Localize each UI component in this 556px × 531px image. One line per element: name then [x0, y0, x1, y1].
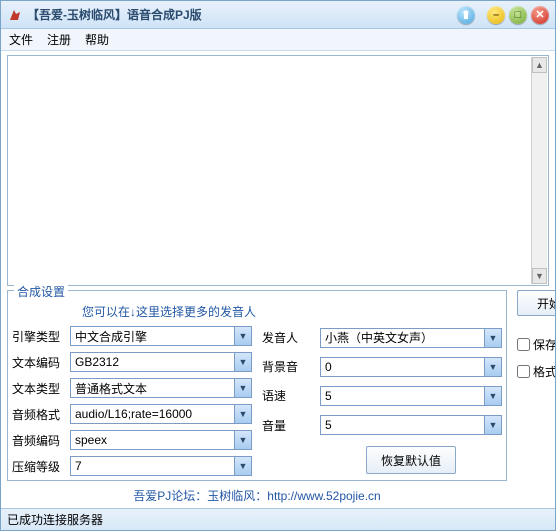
save-audio-checkbox[interactable] [517, 338, 530, 351]
chevron-down-icon[interactable]: ▼ [484, 416, 501, 434]
side-column: 开始合成 保存语音文件 格式转换工具 [515, 290, 555, 410]
label-encoding: 文本编码 [12, 354, 66, 371]
format-convert-checkbox[interactable] [517, 365, 530, 378]
chevron-down-icon[interactable]: ▼ [234, 457, 251, 475]
save-audio-check[interactable]: 保存语音文件 [517, 336, 555, 353]
footer-link[interactable]: 吾爱PJ论坛：玉树临风：http://www.52pojie.cn [7, 481, 507, 506]
scroll-down-icon[interactable]: ▼ [532, 268, 547, 284]
close-button[interactable]: ✕ [531, 6, 549, 24]
menu-register[interactable]: 注册 [47, 31, 71, 48]
label-texttype: 文本类型 [12, 380, 66, 397]
content: ▲ ▼ 合成设置 您可以在↓这里选择更多的发音人 引擎类型 ▼ 文本编码 [1, 51, 555, 508]
text-input-area[interactable]: ▲ ▼ [7, 55, 549, 286]
label-volume: 音量 [262, 417, 316, 434]
status-text: 已成功连接服务器 [7, 511, 103, 528]
label-audiofmt: 音频格式 [12, 406, 66, 423]
bgm-select[interactable]: ▼ [320, 357, 502, 377]
synth-settings-group: 合成设置 您可以在↓这里选择更多的发音人 引擎类型 ▼ 文本编码 ▼ 文本类型 … [7, 290, 507, 481]
lower-panel: 合成设置 您可以在↓这里选择更多的发音人 引擎类型 ▼ 文本编码 ▼ 文本类型 … [7, 290, 549, 506]
label-speaker: 发音人 [262, 329, 316, 346]
chevron-down-icon[interactable]: ▼ [484, 387, 501, 405]
chevron-down-icon[interactable]: ▼ [234, 327, 251, 345]
scroll-track[interactable] [532, 73, 547, 268]
chevron-down-icon[interactable]: ▼ [234, 379, 251, 397]
tip-text: 您可以在↓这里选择更多的发音人 [12, 301, 502, 326]
statusbar: 已成功连接服务器 [1, 508, 555, 530]
format-convert-check[interactable]: 格式转换工具 [517, 363, 555, 380]
app-window: 【吾爱-玉树临风】语音合成PJ版 – □ ✕ 文件 注册 帮助 ▲ ▼ 合成设置 [0, 0, 556, 531]
chevron-down-icon[interactable]: ▼ [234, 353, 251, 371]
scroll-up-icon[interactable]: ▲ [532, 57, 547, 73]
menu-file[interactable]: 文件 [9, 31, 33, 48]
scrollbar[interactable]: ▲ ▼ [531, 57, 547, 284]
window-title: 【吾爱-玉树临风】语音合成PJ版 [27, 6, 453, 23]
titlebar: 【吾爱-玉树临风】语音合成PJ版 – □ ✕ [1, 1, 555, 29]
chevron-down-icon[interactable]: ▼ [234, 431, 251, 449]
label-engine: 引擎类型 [12, 328, 66, 345]
minimize-button[interactable]: – [487, 6, 505, 24]
compress-select[interactable]: ▼ [70, 456, 252, 476]
speed-select[interactable]: ▼ [320, 386, 502, 406]
chevron-down-icon[interactable]: ▼ [484, 329, 501, 347]
skin-button[interactable] [457, 6, 475, 24]
chevron-down-icon[interactable]: ▼ [484, 358, 501, 376]
audioenc-select[interactable]: ▼ [70, 430, 252, 450]
menu-help[interactable]: 帮助 [85, 31, 109, 48]
maximize-button[interactable]: □ [509, 6, 527, 24]
texttype-select[interactable]: ▼ [70, 378, 252, 398]
label-compress: 压缩等级 [12, 458, 66, 475]
group-title: 合成设置 [14, 283, 68, 300]
chevron-down-icon[interactable]: ▼ [234, 405, 251, 423]
app-icon [7, 7, 23, 23]
start-synth-button[interactable]: 开始合成 [517, 290, 555, 316]
label-speed: 语速 [262, 387, 316, 404]
menubar: 文件 注册 帮助 [1, 29, 555, 51]
label-audioenc: 音频编码 [12, 432, 66, 449]
audiofmt-select[interactable]: ▼ [70, 404, 252, 424]
restore-defaults-button[interactable]: 恢复默认值 [366, 446, 456, 474]
engine-select[interactable]: ▼ [70, 326, 252, 346]
volume-select[interactable]: ▼ [320, 415, 502, 435]
encoding-select[interactable]: ▼ [70, 352, 252, 372]
speaker-select[interactable]: ▼ [320, 328, 502, 348]
label-bgm: 背景音 [262, 358, 316, 375]
